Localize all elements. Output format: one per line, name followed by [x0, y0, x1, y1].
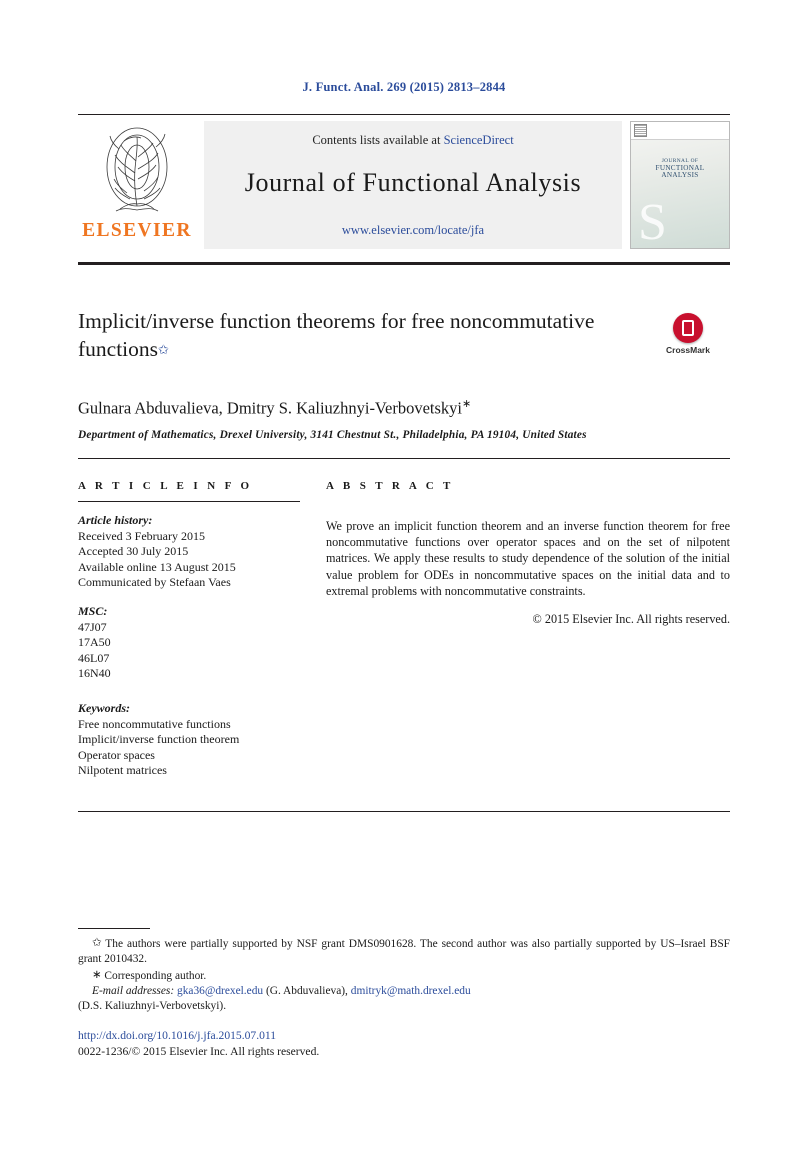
- msc-item: 46L07: [78, 650, 110, 665]
- elsevier-tree-icon: [106, 127, 168, 212]
- msc-item: 17A50: [78, 635, 111, 649]
- affiliation: Department of Mathematics, Drexel Univer…: [78, 428, 587, 441]
- footnote-funding: ✩ The authors were partially supported b…: [78, 936, 730, 968]
- elsevier-wordmark: ELSEVIER: [82, 220, 192, 241]
- article-title-text: Implicit/inverse function theorems for f…: [78, 309, 595, 361]
- contents-available-line: Contents lists available at ScienceDirec…: [312, 133, 513, 148]
- masthead-center: Contents lists available at ScienceDirec…: [204, 121, 622, 249]
- footnotes-section: ✩ The authors were partially supported b…: [78, 928, 730, 1058]
- cover-title-text: JOURNAL OF FUNCTIONAL ANALYSIS: [631, 158, 729, 179]
- footnote-corresponding-text: Corresponding author.: [104, 969, 207, 982]
- journal-masthead: ELSEVIER Contents lists available at Sci…: [78, 114, 730, 265]
- article-info-divider: [78, 500, 300, 502]
- journal-homepage-link[interactable]: www.elsevier.com/locate/jfa: [342, 223, 484, 238]
- issn-copyright-line: 0022-1236/© 2015 Elsevier Inc. All right…: [78, 1045, 320, 1059]
- journal-cover-thumbnail: JOURNAL OF FUNCTIONAL ANALYSIS S: [630, 121, 730, 249]
- doi-link[interactable]: http://dx.doi.org/10.1016/j.jfa.2015.07.…: [78, 1029, 730, 1042]
- crossmark-badge-group[interactable]: CrossMark: [646, 313, 730, 355]
- history-item: Accepted 30 July 2015: [78, 544, 189, 558]
- history-item: Communicated by Stefaan Vaes: [78, 575, 231, 589]
- footnote-emails: E-mail addresses: gka36@drexel.edu (G. A…: [78, 984, 730, 999]
- journal-reference: J. Funct. Anal. 269 (2015) 2813–2844: [302, 80, 506, 94]
- divider-below-abstract: [78, 810, 730, 812]
- article-info-column: A R T I C L E I N F O Article history: R…: [78, 480, 326, 779]
- sciencedirect-link[interactable]: ScienceDirect: [444, 133, 514, 147]
- abstract-copyright: © 2015 Elsevier Inc. All rights reserved…: [532, 611, 730, 626]
- footnote-email-owner-2: (D.S. Kaliuzhnyi-Verbovetskyi).: [78, 1000, 227, 1013]
- article-history-heading: Article history:: [78, 512, 153, 527]
- contents-prefix: Contents lists available at: [312, 133, 441, 147]
- info-abstract-columns: A R T I C L E I N F O Article history: R…: [78, 480, 730, 779]
- history-item: Received 3 February 2015: [78, 528, 205, 543]
- footnote-star-marker: ✩: [92, 937, 102, 949]
- email-link-2[interactable]: dmitryk@math.drexel.edu: [351, 985, 471, 997]
- cover-mini-icon: [634, 124, 647, 137]
- author-list: Gulnara Abduvalieva, Dmitry S. Kaliuzhny…: [78, 397, 730, 419]
- abstract-heading: A B S T R A C T: [326, 479, 454, 492]
- email-addresses-label: E-mail addresses:: [92, 984, 175, 997]
- title-block: Implicit/inverse function theorems for f…: [78, 307, 730, 371]
- title-footnote-marker[interactable]: ✩: [158, 342, 169, 357]
- msc-block: MSC: 47J07 17A50 46L07 16N40: [78, 604, 302, 682]
- abstract-text: We prove an implicit function theorem an…: [326, 518, 730, 599]
- cover-header-strip: [631, 122, 729, 140]
- crossmark-label: CrossMark: [666, 345, 710, 355]
- email-link-1[interactable]: gka36@drexel.edu: [177, 985, 263, 997]
- cover-letter-s: S: [638, 194, 667, 249]
- abstract-column: A B S T R A C T We prove an implicit fun…: [326, 480, 730, 779]
- article-info-heading: A R T I C L E I N F O: [78, 479, 253, 492]
- history-item: Available online 13 August 2015: [78, 559, 236, 574]
- elsevier-logo: ELSEVIER: [78, 121, 196, 249]
- page-title: Implicit/inverse function theorems for f…: [78, 307, 618, 364]
- footnote-corresponding: ∗ Corresponding author.: [78, 968, 730, 984]
- msc-item: 16N40: [78, 666, 111, 680]
- footnote-divider: [78, 928, 150, 929]
- journal-title: Journal of Functional Analysis: [244, 168, 582, 197]
- crossmark-icon: [673, 313, 703, 343]
- keyword-item: Operator spaces: [78, 747, 155, 762]
- email-owner-1: (G. Abduvalieva),: [265, 984, 348, 997]
- keyword-item: Implicit/inverse function theorem: [78, 732, 240, 746]
- divider-after-affiliation: [78, 457, 730, 459]
- footnote-asterisk-marker: ∗: [92, 968, 102, 981]
- corresponding-author-marker[interactable]: ∗: [462, 398, 471, 410]
- cover-line-3: ANALYSIS: [661, 171, 699, 179]
- keywords-block: Keywords: Free noncommutative functions …: [78, 701, 302, 779]
- msc-heading: MSC:: [78, 603, 108, 618]
- article-first-page: J. Funct. Anal. 269 (2015) 2813–2844 ELS…: [0, 0, 808, 1162]
- author-names: Gulnara Abduvalieva, Dmitry S. Kaliuzhny…: [78, 398, 463, 418]
- footnote-funding-text: The authors were partially supported by …: [78, 938, 730, 966]
- keywords-heading: Keywords:: [78, 700, 130, 715]
- msc-item: 47J07: [78, 619, 107, 634]
- keyword-item: Nilpotent matrices: [78, 763, 167, 777]
- keyword-item: Free noncommutative functions: [78, 716, 231, 731]
